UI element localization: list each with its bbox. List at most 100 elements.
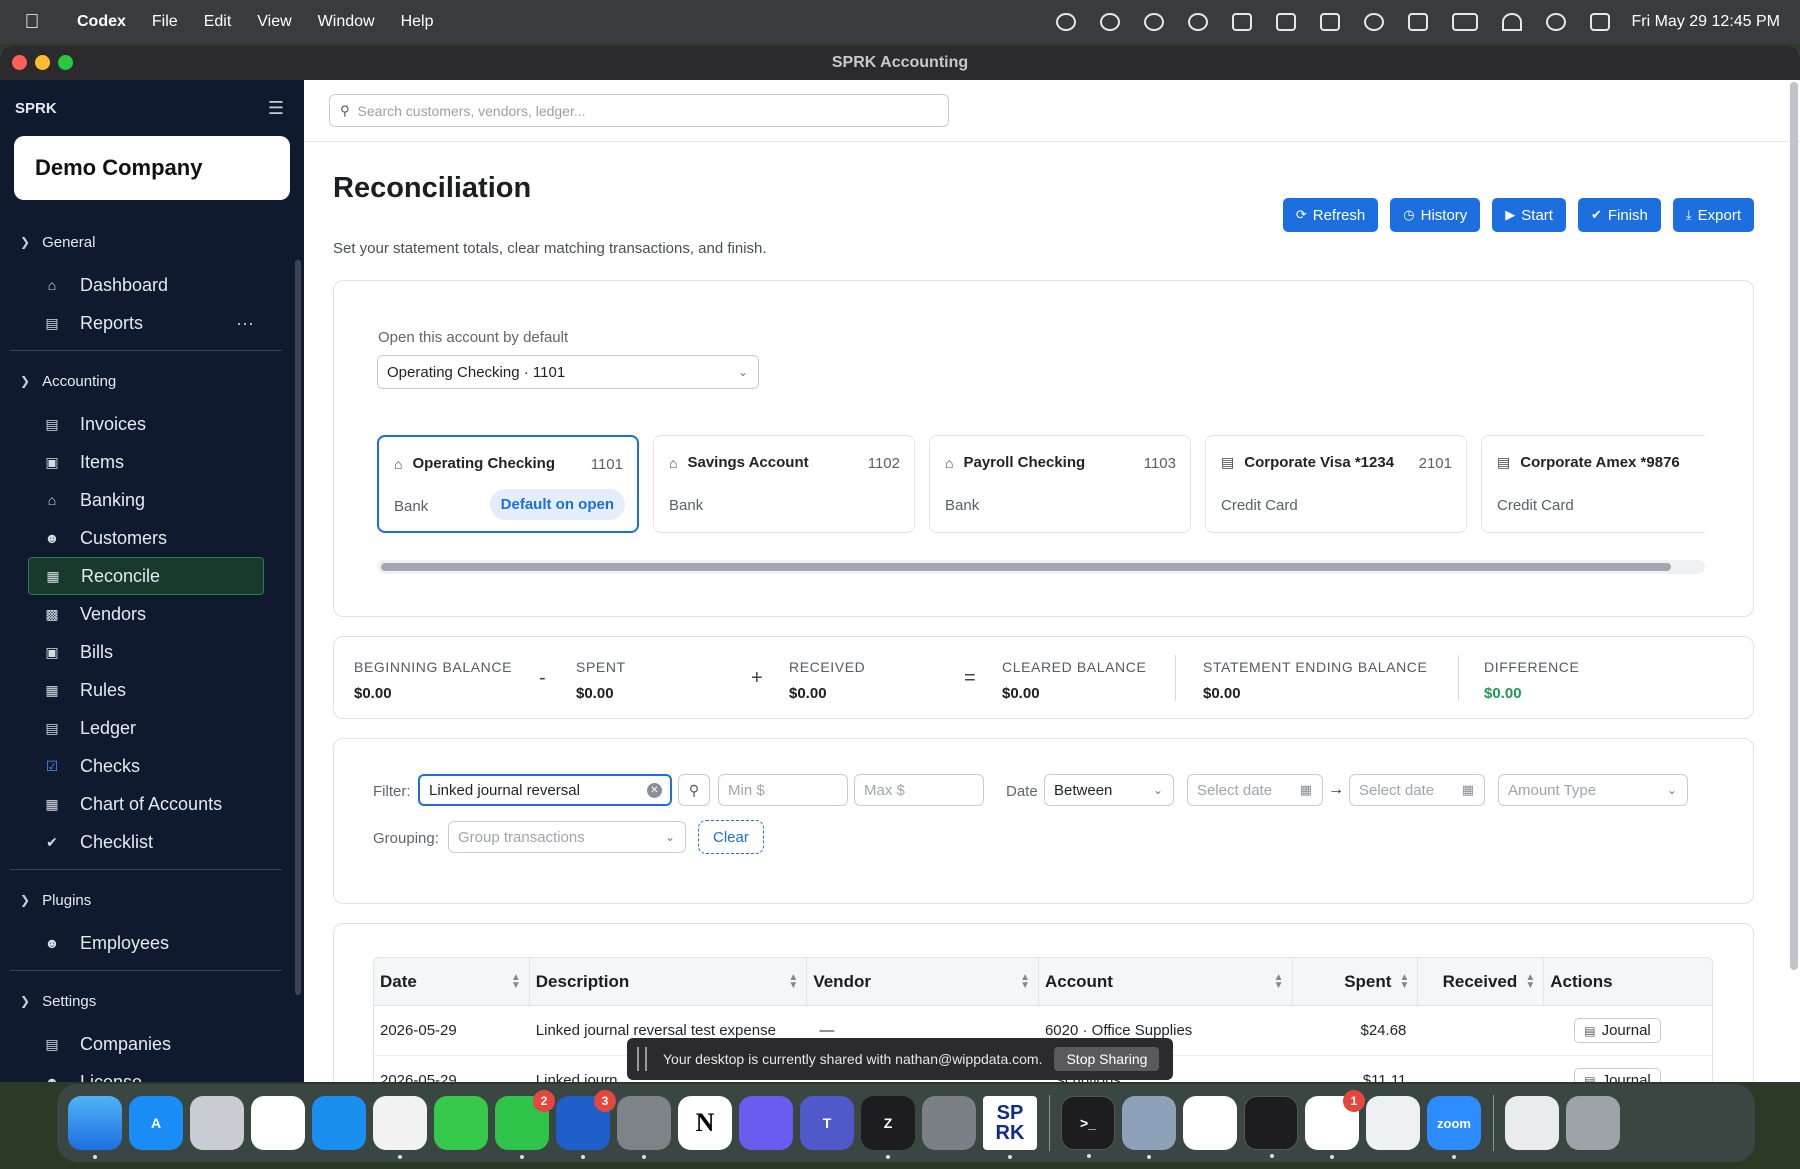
- sort-icon[interactable]: ▲ ▼: [511, 972, 521, 990]
- date-mode-select[interactable]: Between ⌄: [1044, 774, 1174, 806]
- zoom-window-icon[interactable]: [58, 55, 73, 70]
- sidebar-item-companies[interactable]: ▤ Companies: [28, 1025, 264, 1063]
- car-icon[interactable]: [1319, 13, 1340, 31]
- amount-type-select[interactable]: Amount Type ⌄: [1498, 774, 1688, 806]
- wifi-icon[interactable]: [1501, 13, 1522, 31]
- scrollbar-thumb[interactable]: [381, 563, 1671, 571]
- system-settings-icon[interactable]: [617, 1096, 671, 1159]
- menu-view[interactable]: View: [244, 13, 304, 31]
- more-options-icon[interactable]: ···: [236, 313, 254, 334]
- spotlight-search-icon[interactable]: [1545, 13, 1566, 31]
- filter-text-input[interactable]: Linked journal reversal ✕: [418, 774, 672, 806]
- sidebar-item-vendors[interactable]: ▩ Vendors: [28, 595, 264, 633]
- activity-monitor-icon[interactable]: [1244, 1096, 1298, 1158]
- date-from-input[interactable]: Select date ▦: [1187, 774, 1323, 806]
- account-card-operating-checking[interactable]: ⌂ Operating Checking 1101 Bank Default on…: [377, 435, 639, 533]
- column-date[interactable]: Date ▲ ▼: [374, 958, 530, 1005]
- clear-filters-button[interactable]: Clear: [698, 820, 764, 854]
- column-received[interactable]: Received ▲ ▼: [1418, 958, 1545, 1005]
- max-amount-input[interactable]: Max $: [854, 774, 984, 806]
- clear-input-icon[interactable]: ✕: [647, 782, 662, 798]
- date-to-input[interactable]: Select date ▦: [1349, 774, 1485, 806]
- account-cards-scrollbar[interactable]: [377, 560, 1705, 574]
- safari-icon[interactable]: [312, 1096, 366, 1150]
- sidebar-item-chart-of-accounts[interactable]: ▦ Chart of Accounts: [28, 785, 264, 823]
- launchpad-icon[interactable]: [190, 1096, 244, 1150]
- main-scrollbar[interactable]: [1790, 82, 1798, 970]
- menu-app-name[interactable]: Codex: [64, 13, 139, 31]
- photos-icon[interactable]: [251, 1096, 305, 1150]
- account-card-payroll[interactable]: ⌂ Payroll Checking 1103 Bank: [929, 435, 1191, 533]
- section-settings[interactable]: ❯ Settings: [0, 977, 304, 1025]
- menu-file[interactable]: File: [139, 13, 191, 31]
- sidebar-item-reports[interactable]: ▤ Reports ···: [28, 304, 264, 342]
- start-button[interactable]: ▶ Start: [1492, 198, 1566, 232]
- terminal-icon[interactable]: >_: [1061, 1096, 1115, 1158]
- journal-button[interactable]: ▤ Journal: [1574, 1018, 1661, 1043]
- screen-share-icon[interactable]: [1231, 13, 1252, 31]
- sidebar-item-rules[interactable]: ▦ Rules: [28, 671, 264, 709]
- filter-search-button[interactable]: ⚲: [678, 774, 710, 806]
- iphone-mirroring-icon[interactable]: [922, 1096, 976, 1150]
- codex-status-icon[interactable]: [1055, 13, 1076, 31]
- column-account[interactable]: Account ▲ ▼: [1039, 958, 1293, 1005]
- preview-icon[interactable]: [1122, 1096, 1176, 1159]
- teams-icon[interactable]: T: [800, 1096, 854, 1150]
- apple-icon[interactable]: : [0, 11, 64, 34]
- sidebar-item-license[interactable]: ☻ License: [28, 1063, 264, 1083]
- global-search-input[interactable]: ⚲ Search customers, vendors, ledger...: [329, 94, 949, 127]
- sidebar-item-employees[interactable]: ☻ Employees: [28, 924, 264, 962]
- grouping-select[interactable]: Group transactions ⌄: [448, 821, 686, 853]
- sort-icon[interactable]: ▲ ▼: [1400, 972, 1410, 990]
- finder-icon[interactable]: [68, 1096, 122, 1159]
- messages-icon[interactable]: [434, 1096, 488, 1150]
- column-vendor[interactable]: Vendor ▲ ▼: [807, 958, 1039, 1005]
- downloads-stack-icon[interactable]: [1505, 1096, 1559, 1150]
- account-card-corporate-visa[interactable]: ▤ Corporate Visa *1234 2101 Credit Card: [1205, 435, 1467, 533]
- keyboard-icon[interactable]: [1407, 13, 1428, 31]
- section-accounting[interactable]: ❯ Accounting: [0, 357, 304, 405]
- sidebar-toggle-icon[interactable]: ☰: [268, 98, 284, 119]
- app-store-icon[interactable]: A: [129, 1096, 183, 1150]
- sidebar-item-reconcile[interactable]: ▦ Reconcile: [28, 557, 264, 595]
- section-plugins[interactable]: ❯ Plugins: [0, 876, 304, 924]
- refresh-button[interactable]: ⟳ Refresh: [1282, 198, 1379, 232]
- creative-cloud-icon[interactable]: [1099, 13, 1120, 31]
- account-card-savings[interactable]: ⌂ Savings Account 1102 Bank: [653, 435, 915, 533]
- column-spent[interactable]: Spent ▲ ▼: [1293, 958, 1419, 1005]
- export-button[interactable]: ⤓ Export: [1672, 198, 1754, 232]
- column-description[interactable]: Description ▲ ▼: [530, 958, 808, 1005]
- sidebar-scrollbar[interactable]: [295, 260, 301, 995]
- windows-grid-icon[interactable]: [1275, 13, 1296, 31]
- windows-app-icon[interactable]: [1183, 1096, 1237, 1150]
- sort-icon[interactable]: ▲ ▼: [1274, 972, 1284, 990]
- passwords-icon[interactable]: [1366, 1096, 1420, 1150]
- menu-help[interactable]: Help: [388, 13, 447, 31]
- thunderbird-icon[interactable]: 3: [556, 1090, 616, 1159]
- sidebar-item-bills[interactable]: ▣ Bills: [28, 633, 264, 671]
- globe-icon[interactable]: [1143, 13, 1164, 31]
- account-card-corporate-amex[interactable]: ▤Corporate Amex *9876 21 Credit Card: [1481, 435, 1705, 533]
- zed-editor-icon[interactable]: Z: [861, 1096, 915, 1159]
- remote-desktop-icon[interactable]: [739, 1096, 793, 1150]
- sprk-app-icon[interactable]: SP RK: [983, 1096, 1037, 1159]
- sidebar-item-customers[interactable]: ☻ Customers: [28, 519, 264, 557]
- section-general[interactable]: ❯ General: [0, 218, 304, 266]
- stop-sharing-button[interactable]: Stop Sharing: [1054, 1047, 1160, 1071]
- history-button[interactable]: ◷ History: [1390, 198, 1481, 232]
- minimize-window-icon[interactable]: [35, 55, 50, 70]
- statement-ending-balance[interactable]: STATEMENT ENDING BALANCE $0.00: [1203, 659, 1427, 702]
- journal-button[interactable]: ▤ Journal: [1574, 1068, 1661, 1082]
- sidebar-item-checks[interactable]: ☑ Checks: [28, 747, 264, 785]
- chrome-icon[interactable]: [373, 1096, 427, 1159]
- sidebar-item-ledger[interactable]: ▤ Ledger: [28, 709, 264, 747]
- finish-button[interactable]: ✔ Finish: [1577, 198, 1661, 232]
- menubar-clock[interactable]: Fri May 29 12:45 PM: [1632, 13, 1781, 31]
- sidebar-item-items[interactable]: ▣ Items: [28, 443, 264, 481]
- control-center-icon[interactable]: [1589, 13, 1610, 31]
- min-amount-input[interactable]: Min $: [718, 774, 848, 806]
- zoom-icon[interactable]: zoom: [1427, 1096, 1481, 1159]
- close-window-icon[interactable]: [12, 55, 27, 70]
- trash-icon[interactable]: [1566, 1096, 1620, 1150]
- menu-window[interactable]: Window: [305, 13, 388, 31]
